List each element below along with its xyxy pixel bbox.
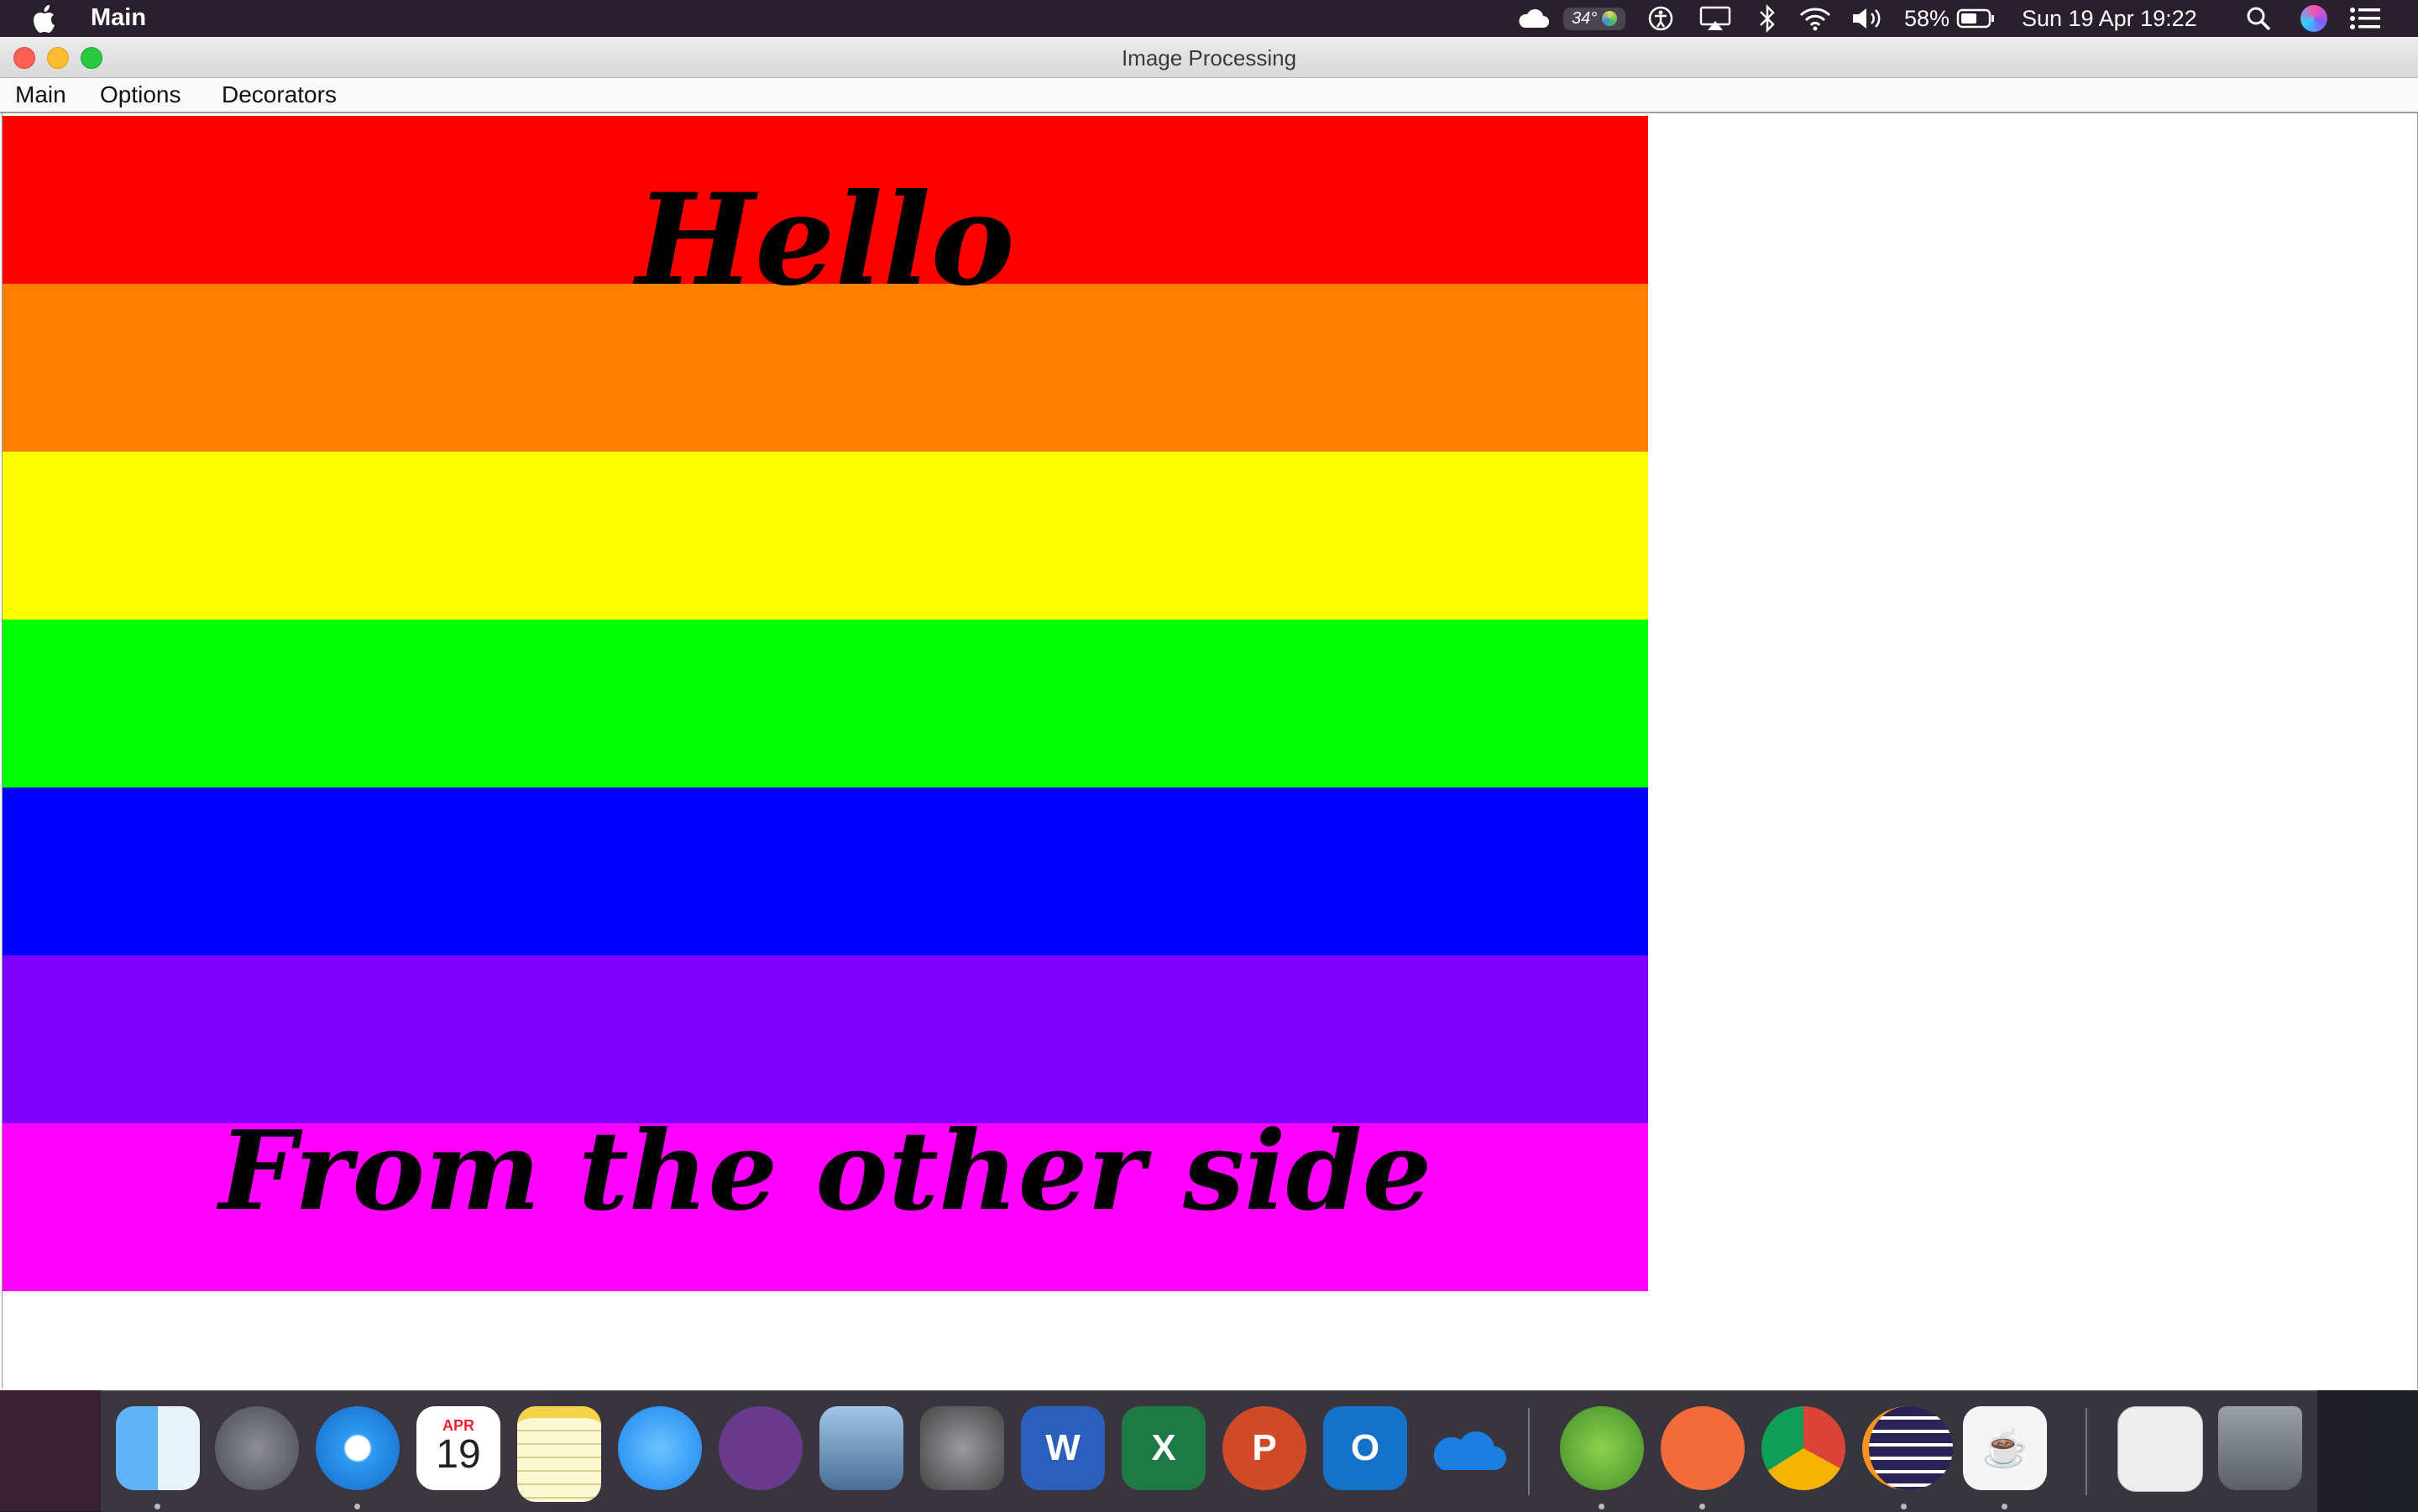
dock-separator	[1528, 1408, 1530, 1495]
messages-icon[interactable]	[618, 1406, 702, 1490]
airplay-icon[interactable]	[1699, 0, 1731, 37]
notes-icon[interactable]	[517, 1406, 601, 1502]
excel-icon[interactable]: X	[1122, 1406, 1206, 1490]
app-menu-bar: Main Options Decorators	[0, 78, 2418, 113]
bluetooth-icon[interactable]	[1758, 0, 1777, 37]
running-indicator	[354, 1504, 360, 1509]
menu-options[interactable]: Options	[100, 81, 181, 108]
wifi-icon[interactable]	[1798, 0, 1832, 37]
onedrive-icon[interactable]	[1424, 1406, 1508, 1490]
running-indicator	[1699, 1504, 1705, 1509]
menu-main[interactable]: Main	[15, 81, 66, 108]
calendar-icon[interactable]: APR 19	[416, 1406, 500, 1490]
running-indicator	[2002, 1504, 2007, 1509]
window-titlebar[interactable]: Image Processing	[0, 37, 2418, 78]
system-preferences-icon[interactable]	[920, 1406, 1004, 1490]
outlook-icon[interactable]: O	[1323, 1406, 1407, 1490]
chrome-icon[interactable]	[1761, 1406, 1845, 1490]
battery-icon[interactable]	[1956, 0, 1995, 37]
running-indicator	[1901, 1504, 1907, 1509]
siri-icon[interactable]	[2300, 0, 2327, 37]
finder-icon[interactable]	[116, 1406, 200, 1490]
battery-percentage[interactable]: 58%	[1904, 0, 1950, 37]
cloud-weather-icon[interactable]	[1516, 0, 1550, 37]
running-indicator	[1599, 1504, 1604, 1509]
preview-icon[interactable]	[819, 1406, 903, 1490]
volume-icon[interactable]	[1850, 0, 1884, 37]
safari-icon[interactable]	[316, 1406, 400, 1490]
word-icon[interactable]: W	[1021, 1406, 1105, 1490]
menubar-clock[interactable]: Sun 19 Apr 19:22	[2022, 0, 2197, 37]
stripe-yellow	[3, 452, 1648, 620]
apple-menu-icon[interactable]	[32, 3, 60, 34]
stripe-blue	[3, 787, 1648, 955]
documents-stack-icon[interactable]	[2117, 1406, 2203, 1492]
active-app-name[interactable]: Main	[91, 4, 146, 32]
spotlight-search-icon[interactable]	[2245, 0, 2272, 37]
temperature-value: 34°	[1572, 8, 1598, 28]
window-title: Image Processing	[1121, 45, 1297, 71]
stripe-violet	[3, 955, 1648, 1123]
java-icon[interactable]: ☕	[1963, 1406, 2047, 1490]
color-wheel-icon	[1602, 11, 1618, 26]
temperature-widget[interactable]: 34°	[1563, 0, 1626, 37]
stripe-green	[3, 620, 1648, 787]
trash-icon[interactable]	[2218, 1406, 2302, 1490]
postman-icon[interactable]	[1661, 1406, 1745, 1490]
image-bottom-text: From the other side	[218, 1107, 1432, 1235]
spring-icon[interactable]	[1560, 1406, 1644, 1490]
powerpoint-icon[interactable]: P	[1222, 1406, 1306, 1490]
github-icon[interactable]	[719, 1406, 803, 1490]
eclipse-icon[interactable]	[1862, 1406, 1953, 1490]
menu-decorators[interactable]: Decorators	[222, 81, 337, 108]
image-top-text: Hello	[636, 166, 1015, 314]
processed-image: Hello From the other side	[3, 116, 1648, 1291]
dock: APR 19 W X P O ☕	[101, 1390, 2317, 1512]
running-indicator	[154, 1504, 160, 1509]
launchpad-icon[interactable]	[215, 1406, 299, 1490]
dock-separator	[2086, 1408, 2087, 1495]
calendar-day: 19	[436, 1431, 481, 1477]
accessibility-icon[interactable]	[1647, 0, 1674, 37]
notification-center-icon[interactable]	[2349, 0, 2381, 37]
menu-bar: Main 34° 58% Sun 19 Apr 19:22	[0, 0, 2418, 37]
